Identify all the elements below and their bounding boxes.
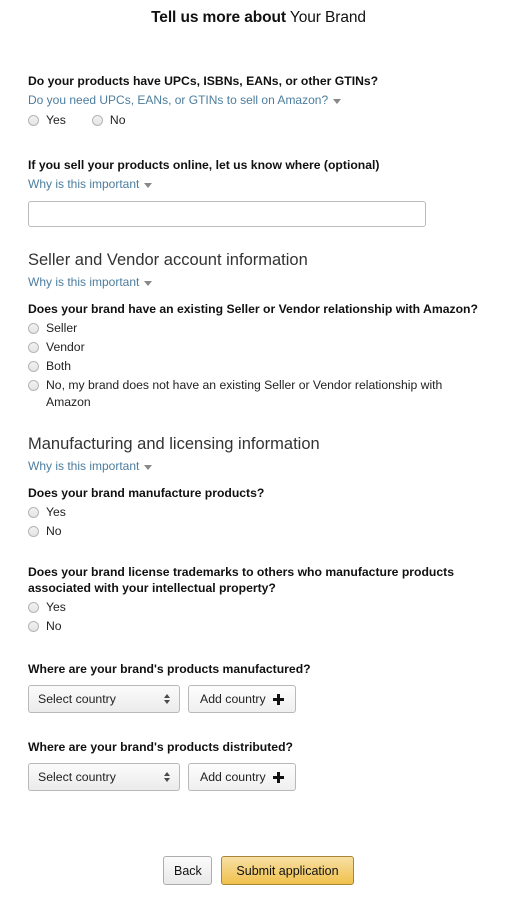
radio-icon [28,621,39,632]
online-sales-expander-label: Why is this important [28,177,140,191]
radio-icon [28,380,39,391]
gtin-radio-no[interactable]: No [91,112,126,129]
online-sales-section: If you sell your products online, let us… [28,157,489,227]
plus-icon [272,771,284,783]
back-button[interactable]: Back [163,856,213,885]
manufacturing-expander-label: Why is this important [28,459,140,473]
seller-vendor-radio-seller-label: Seller [46,321,78,335]
seller-vendor-radio-seller[interactable]: Seller [28,320,489,337]
page-title-strong: Tell us more about [151,9,286,26]
distributed-add-country-button[interactable]: Add country [188,763,296,791]
license-radio-yes[interactable]: Yes [28,599,489,616]
radio-icon [28,115,39,126]
gtin-section: Do your products have UPCs, ISBNs, EANs,… [28,73,489,131]
seller-vendor-expander-link[interactable]: Why is this important [28,274,153,291]
license-radio-group: Yes No [28,599,489,635]
radio-icon [28,361,39,372]
manufacture-radio-yes-label: Yes [46,505,66,519]
radio-icon [28,342,39,353]
chevron-down-icon [144,183,153,188]
manufacture-radio-no-label: No [46,524,62,538]
brand-registry-form-page: Tell us more about Your Brand Do your pr… [0,0,517,900]
license-question: Does your brand license trademarks to ot… [28,565,454,595]
gtin-expander-label: Do you need UPCs, EANs, or GTINs to sell… [28,93,329,107]
gtin-question: Do your products have UPCs, ISBNs, EANs,… [28,74,379,88]
gtin-radio-yes[interactable]: Yes [28,112,66,129]
manufactured-add-country-button[interactable]: Add country [188,685,296,713]
seller-vendor-radio-vendor-label: Vendor [46,340,85,354]
distributed-country-select-value: Select country [38,770,116,784]
online-sales-question: If you sell your products online, let us… [28,158,380,172]
gtin-expander-link[interactable]: Do you need UPCs, EANs, or GTINs to sell… [28,92,342,109]
distributed-add-country-label: Add country [200,770,266,784]
seller-vendor-radio-both-label: Both [46,359,72,373]
seller-vendor-radio-both[interactable]: Both [28,358,489,375]
distributed-country-row: Select country Add country [28,763,489,791]
manufacturing-expander-link[interactable]: Why is this important [28,458,153,475]
select-updown-icon [164,694,170,704]
chevron-down-icon [333,99,342,104]
gtin-radio-group: Yes No [28,112,489,131]
plus-icon [272,693,284,705]
license-radio-yes-label: Yes [46,600,66,614]
manufactured-add-country-label: Add country [200,692,266,706]
online-sales-input[interactable] [28,201,426,227]
manufactured-where-question: Where are your brand's products manufact… [28,662,311,676]
manufacture-question: Does your brand manufacture products? [28,486,265,500]
seller-vendor-radio-none[interactable]: No, my brand does not have an existing S… [28,377,489,411]
manufacturing-section: Manufacturing and licensing information … [28,433,489,791]
manufacture-radio-group: Yes No [28,504,489,540]
seller-vendor-section: Seller and Vendor account information Wh… [28,249,489,411]
manufacturing-heading: Manufacturing and licensing information [28,435,320,453]
form-body: Do your products have UPCs, ISBNs, EANs,… [0,73,517,791]
radio-icon [91,115,103,126]
radio-icon [28,507,39,518]
seller-vendor-heading: Seller and Vendor account information [28,251,308,269]
seller-vendor-expander-label: Why is this important [28,275,140,289]
license-radio-no[interactable]: No [28,618,489,635]
manufactured-country-select[interactable]: Select country [28,685,180,713]
chevron-down-icon [144,465,153,470]
page-title-light: Your Brand [289,9,366,26]
manufactured-country-select-value: Select country [38,692,116,706]
manufacture-radio-no[interactable]: No [28,523,489,540]
chevron-down-icon [144,281,153,286]
radio-icon [28,526,39,537]
seller-vendor-radio-vendor[interactable]: Vendor [28,339,489,356]
manufacture-radio-yes[interactable]: Yes [28,504,489,521]
seller-vendor-radio-group: Seller Vendor Both No, my brand does not… [28,320,489,411]
radio-icon [28,323,39,334]
online-sales-expander-link[interactable]: Why is this important [28,176,153,193]
gtin-radio-no-label: No [109,113,126,127]
radio-icon [28,602,39,613]
license-radio-no-label: No [46,619,62,633]
submit-application-button[interactable]: Submit application [221,856,354,885]
seller-vendor-radio-none-label: No, my brand does not have an existing S… [46,378,443,409]
distributed-where-question: Where are your brand's products distribu… [28,740,293,754]
form-footer: Back Submit application [0,856,517,885]
gtin-radio-yes-label: Yes [46,113,66,127]
select-updown-icon [164,772,170,782]
distributed-country-select[interactable]: Select country [28,763,180,791]
seller-vendor-question: Does your brand have an existing Seller … [28,302,478,316]
page-title: Tell us more about Your Brand [0,0,517,28]
manufactured-country-row: Select country Add country [28,685,489,713]
